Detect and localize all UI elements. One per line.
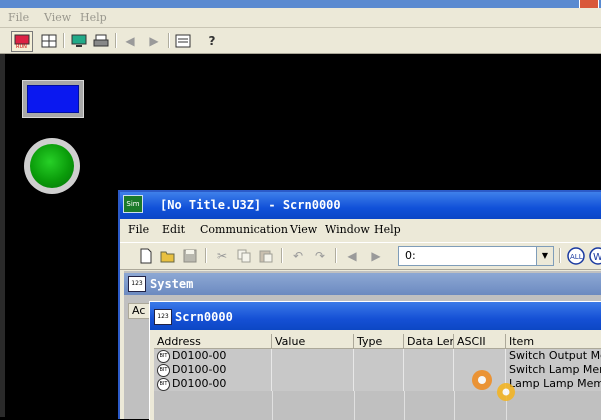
system-window-icon: 123 bbox=[128, 276, 146, 292]
watermark-logo bbox=[462, 360, 601, 417]
cell-address: BIT D0100-00 bbox=[154, 349, 272, 363]
toolbar-separator bbox=[205, 248, 207, 263]
cell-address: BIT D0100-00 bbox=[154, 377, 272, 391]
column-header-item[interactable]: Item bbox=[506, 334, 601, 349]
menu-edit[interactable]: Edit bbox=[162, 223, 185, 236]
screen-select-value: 0: bbox=[405, 249, 416, 262]
toolbar-separator bbox=[168, 33, 170, 48]
svg-text:RUN: RUN bbox=[16, 44, 27, 49]
bit-icon: BIT bbox=[157, 363, 170, 377]
screen-select[interactable]: 0: ▼ bbox=[398, 246, 554, 266]
toolbar-separator bbox=[115, 33, 117, 48]
simulator-title: [No Title.U3Z] - Scrn0000 bbox=[160, 198, 341, 212]
column-divider bbox=[454, 391, 455, 420]
scrn-title: Scrn0000 bbox=[175, 310, 233, 324]
column-header-data-len[interactable]: Data Len bbox=[404, 334, 454, 349]
undo-icon[interactable]: ↶ bbox=[288, 246, 308, 265]
scrn-window-icon: 123 bbox=[154, 309, 172, 325]
w-icon[interactable]: W bbox=[588, 246, 601, 265]
menu-help[interactable]: Help bbox=[374, 223, 401, 236]
bit-icon: BIT bbox=[157, 377, 170, 391]
menu-file[interactable]: File bbox=[128, 223, 149, 236]
cell-type bbox=[354, 363, 404, 377]
toolbar-separator bbox=[63, 33, 65, 48]
next-icon[interactable]: ▶ bbox=[366, 246, 386, 265]
monitor-icon[interactable] bbox=[69, 31, 89, 50]
column-header-ascii[interactable]: ASCII bbox=[454, 334, 506, 349]
menu-communication[interactable]: Communication bbox=[200, 223, 288, 236]
menu-view[interactable]: View bbox=[290, 223, 317, 236]
screen-icon[interactable] bbox=[173, 31, 193, 50]
copy-icon[interactable] bbox=[234, 246, 254, 265]
sim-app-icon: Sim bbox=[123, 195, 143, 213]
redo-icon[interactable]: ↷ bbox=[310, 246, 330, 265]
cell-data-len bbox=[404, 377, 454, 391]
column-divider bbox=[272, 391, 273, 420]
print-icon[interactable] bbox=[91, 31, 111, 50]
prev-icon[interactable]: ◀ bbox=[342, 246, 362, 265]
canvas-left-edge bbox=[0, 54, 5, 417]
background-toolbar: RUN ◀ ▶ ? bbox=[0, 28, 601, 54]
column-divider bbox=[354, 391, 355, 420]
system-titlebar[interactable]: 123 System bbox=[124, 273, 601, 295]
green-lamp-light bbox=[30, 144, 74, 188]
address-text: D0100-00 bbox=[172, 363, 227, 376]
column-header-value[interactable]: Value bbox=[272, 334, 354, 349]
bg-menu-help[interactable]: Help bbox=[80, 11, 107, 24]
column-divider bbox=[404, 391, 405, 420]
cell-value[interactable] bbox=[272, 377, 354, 391]
background-menubar: File View Help bbox=[0, 8, 601, 28]
bg-menu-file[interactable]: File bbox=[8, 11, 29, 24]
background-titlebar bbox=[0, 0, 601, 8]
chevron-down-icon[interactable]: ▼ bbox=[536, 247, 553, 265]
cell-data-len bbox=[404, 349, 454, 363]
run-icon[interactable]: RUN bbox=[11, 31, 33, 52]
svg-text:W: W bbox=[593, 252, 601, 263]
cell-type bbox=[354, 349, 404, 363]
cell-type bbox=[354, 377, 404, 391]
simulator-titlebar[interactable]: Sim [No Title.U3Z] - Scrn0000 bbox=[120, 192, 601, 219]
address-text: D0100-00 bbox=[172, 377, 227, 390]
help-icon[interactable]: ? bbox=[202, 31, 222, 50]
bg-menu-view[interactable]: View bbox=[44, 11, 71, 24]
simulator-menubar: File Edit Communication View Window Help bbox=[120, 219, 601, 239]
column-header-address[interactable]: Address bbox=[154, 334, 272, 349]
grid-icon[interactable] bbox=[39, 31, 59, 50]
cut-icon[interactable]: ✂ bbox=[212, 246, 232, 265]
back-icon[interactable]: ◀ bbox=[120, 31, 140, 50]
cell-value[interactable] bbox=[272, 363, 354, 377]
svg-text:ALL: ALL bbox=[570, 253, 583, 261]
cell-data-len bbox=[404, 363, 454, 377]
menu-window[interactable]: Window bbox=[325, 223, 370, 236]
new-icon[interactable] bbox=[136, 246, 156, 265]
bit-icon: BIT bbox=[157, 349, 170, 363]
simulator-toolbar: ✂ ↶ ↷ ◀ ▶ 0: ▼ ALL W bbox=[120, 242, 601, 270]
open-icon[interactable] bbox=[158, 246, 178, 265]
address-text: D0100-00 bbox=[172, 349, 227, 362]
toolbar-separator bbox=[335, 248, 337, 263]
scrn-titlebar[interactable]: 123 Scrn0000 bbox=[150, 302, 601, 330]
system-title: System bbox=[150, 277, 194, 291]
column-header-type[interactable]: Type bbox=[354, 334, 404, 349]
save-icon[interactable] bbox=[180, 246, 200, 265]
blue-rectangle[interactable] bbox=[27, 85, 79, 113]
toolbar-separator bbox=[559, 248, 561, 263]
cell-address: BIT D0100-00 bbox=[154, 363, 272, 377]
forward-icon[interactable]: ▶ bbox=[144, 31, 164, 50]
all-icon[interactable]: ALL bbox=[566, 246, 586, 265]
toolbar-separator bbox=[281, 248, 283, 263]
cell-value[interactable] bbox=[272, 349, 354, 363]
paste-icon[interactable] bbox=[256, 246, 276, 265]
